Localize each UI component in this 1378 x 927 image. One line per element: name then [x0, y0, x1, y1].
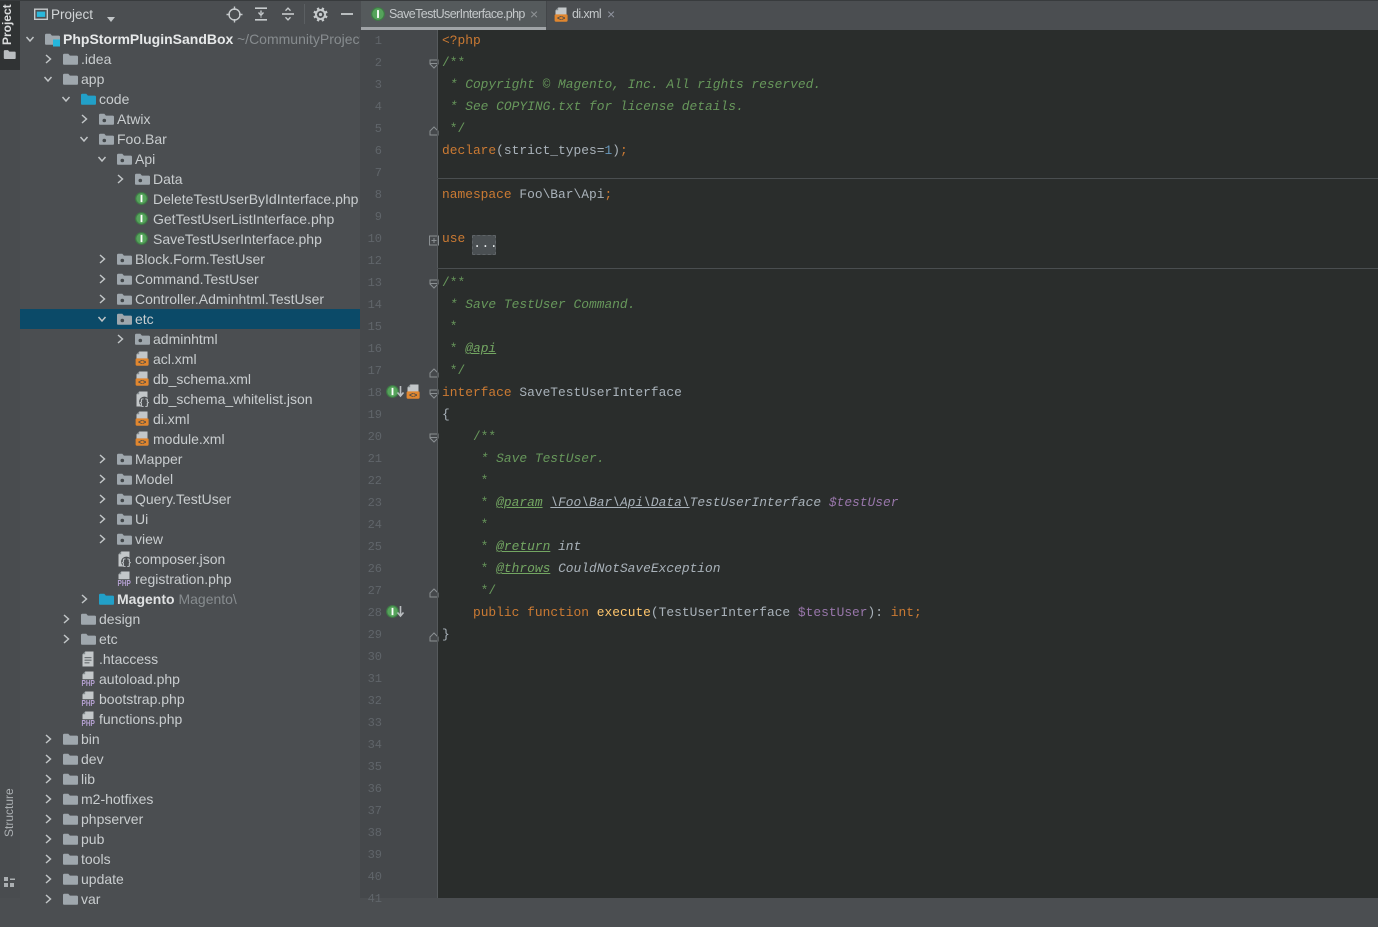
- svg-text:{}: {}: [139, 398, 150, 407]
- svg-text:<>: <>: [138, 420, 146, 427]
- svg-text:PHP: PHP: [82, 699, 96, 707]
- svg-text:{}: {}: [121, 558, 132, 567]
- svg-text:<>: <>: [409, 393, 417, 400]
- svg-text:PHP: PHP: [82, 679, 96, 687]
- svg-text:PHP: PHP: [118, 579, 132, 587]
- svg-text:<>: <>: [138, 360, 146, 367]
- svg-text:<>: <>: [138, 440, 146, 447]
- svg-text:<>: <>: [138, 380, 146, 387]
- svg-text:PHP: PHP: [82, 719, 96, 727]
